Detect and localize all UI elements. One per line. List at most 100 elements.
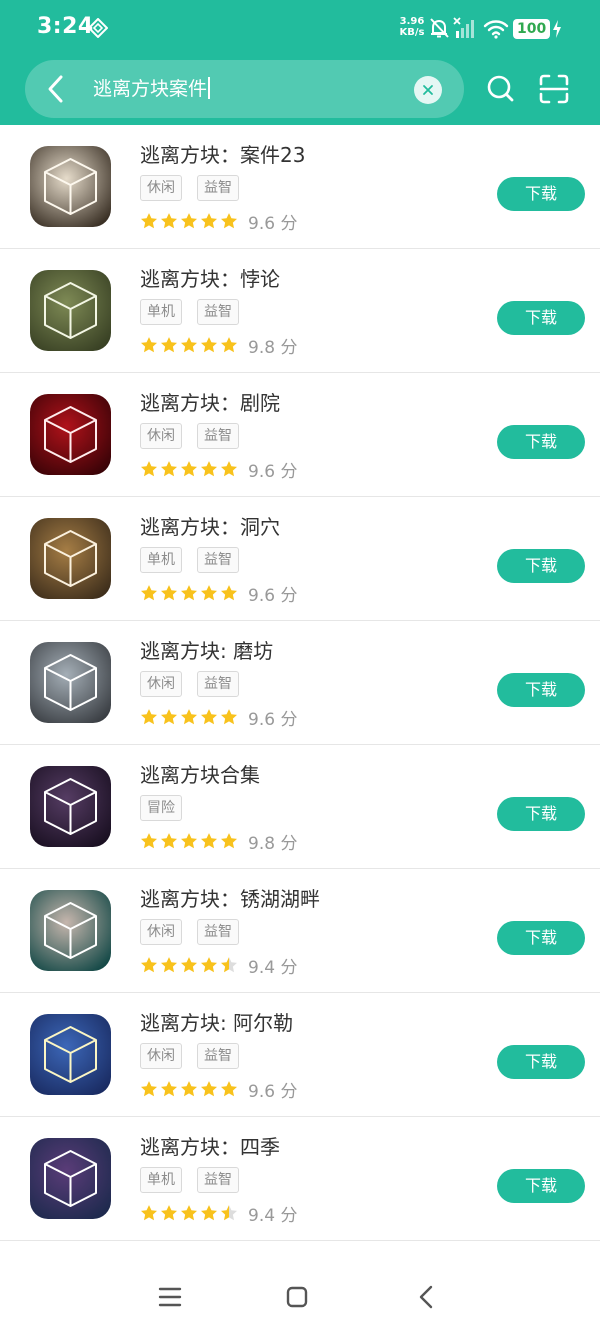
app-icon[interactable] — [30, 890, 111, 971]
home-icon[interactable] — [286, 1286, 308, 1308]
app-icon[interactable] — [30, 270, 111, 351]
star-icon — [180, 708, 198, 724]
app-list-item[interactable]: 逃离方块：四季 单机 益智 9.4 分 下载 — [0, 1117, 600, 1241]
app-tags: 冒险 — [140, 795, 197, 821]
download-button[interactable]: 下载 — [497, 1169, 585, 1203]
category-tag: 休闲 — [140, 919, 182, 945]
bell-muted-icon — [430, 18, 449, 38]
app-name[interactable]: 逃离方块：案件23 — [140, 142, 305, 168]
rating-stars — [140, 460, 240, 480]
star-icon — [200, 1204, 218, 1220]
app-rating: 9.4 分 — [140, 953, 297, 978]
app-name[interactable]: 逃离方块: 磨坊 — [140, 638, 273, 664]
category-tag: 益智 — [197, 175, 239, 201]
star-icon — [200, 1080, 218, 1096]
star-icon — [160, 832, 178, 848]
app-icon[interactable] — [30, 394, 111, 475]
app-icon[interactable] — [30, 766, 111, 847]
app-name[interactable]: 逃离方块: 阿尔勒 — [140, 1010, 293, 1036]
app-search-results-screen: 3:24 3.96 KB/s 100 逃离方块案件 逃离方块：案件23 休闲 益… — [0, 0, 600, 1333]
download-button[interactable]: 下载 — [497, 797, 585, 831]
app-list-item[interactable]: 逃离方块合集 冒险 9.8 分 下载 — [0, 745, 600, 869]
download-button[interactable]: 下载 — [497, 673, 585, 707]
cube-icon — [30, 766, 111, 847]
network-speed-value: 3.96 — [399, 16, 425, 27]
star-icon — [180, 1204, 198, 1220]
cube-icon — [30, 890, 111, 971]
app-list-item[interactable]: 逃离方块：剧院 休闲 益智 9.6 分 下载 — [0, 373, 600, 497]
download-button[interactable]: 下载 — [497, 1045, 585, 1079]
star-icon — [200, 336, 218, 352]
network-speed: 3.96 KB/s — [398, 16, 426, 38]
rating-stars — [140, 212, 240, 232]
app-icon[interactable] — [30, 146, 111, 227]
text-caret — [208, 77, 210, 99]
search-input[interactable]: 逃离方块案件 — [93, 74, 393, 104]
app-list-item[interactable]: 逃离方块: 阿尔勒 休闲 益智 9.6 分 下载 — [0, 993, 600, 1117]
nav-back-icon[interactable] — [416, 1284, 436, 1310]
clear-search-button[interactable] — [414, 76, 442, 104]
download-button[interactable]: 下载 — [497, 301, 585, 335]
star-icon — [140, 832, 158, 848]
battery-level: 100 — [513, 19, 551, 39]
category-tag: 单机 — [140, 547, 182, 573]
app-list-item[interactable]: 逃离方块：悖论 单机 益智 9.8 分 下载 — [0, 249, 600, 373]
app-list-item[interactable]: 逃离方块：锈湖湖畔 休闲 益智 9.4 分 下载 — [0, 869, 600, 993]
app-tags: 单机 益智 — [140, 299, 254, 325]
cube-icon — [30, 642, 111, 723]
star-half-icon — [220, 1204, 238, 1220]
cube-icon — [30, 1138, 111, 1219]
star-icon — [220, 832, 238, 848]
category-tag: 休闲 — [140, 423, 182, 449]
category-tag: 益智 — [197, 1043, 239, 1069]
app-icon[interactable] — [30, 1014, 111, 1095]
star-icon — [220, 708, 238, 724]
app-rating: 9.6 分 — [140, 581, 297, 606]
app-icon[interactable] — [30, 642, 111, 723]
category-tag: 益智 — [197, 547, 239, 573]
wifi-icon — [483, 20, 509, 39]
app-icon[interactable] — [30, 518, 111, 599]
rating-score: 9.8 分 — [248, 834, 298, 854]
star-icon — [140, 708, 158, 724]
app-icon[interactable] — [30, 1138, 111, 1219]
app-name[interactable]: 逃离方块：悖论 — [140, 266, 280, 292]
download-button[interactable]: 下载 — [497, 177, 585, 211]
star-icon — [160, 956, 178, 972]
rating-stars — [140, 832, 240, 852]
back-arrow-icon[interactable] — [43, 74, 69, 104]
category-tag: 单机 — [140, 1167, 182, 1193]
star-icon — [200, 460, 218, 476]
category-tag: 休闲 — [140, 1043, 182, 1069]
app-list-item[interactable]: 逃离方块：案件23 休闲 益智 9.6 分 下载 — [0, 125, 600, 249]
star-icon — [200, 708, 218, 724]
star-icon — [180, 460, 198, 476]
star-icon — [160, 212, 178, 228]
app-rating: 9.6 分 — [140, 457, 297, 482]
app-name[interactable]: 逃离方块：四季 — [140, 1134, 280, 1160]
rating-score: 9.6 分 — [248, 214, 298, 234]
app-list-item[interactable]: 逃离方块: 磨坊 休闲 益智 9.6 分 下载 — [0, 621, 600, 745]
app-name[interactable]: 逃离方块：锈湖湖畔 — [140, 886, 320, 912]
app-tags: 休闲 益智 — [140, 919, 254, 945]
search-icon[interactable] — [486, 74, 514, 104]
app-rating: 9.4 分 — [140, 1201, 297, 1226]
rating-stars — [140, 956, 240, 976]
status-bar: 3:24 3.96 KB/s 100 — [0, 0, 600, 58]
network-speed-unit: KB/s — [399, 27, 425, 38]
download-button[interactable]: 下载 — [497, 425, 585, 459]
download-button[interactable]: 下载 — [497, 921, 585, 955]
app-name[interactable]: 逃离方块：洞穴 — [140, 514, 280, 540]
star-icon — [140, 1080, 158, 1096]
app-list-item[interactable]: 逃离方块：洞穴 单机 益智 9.6 分 下载 — [0, 497, 600, 621]
rating-score: 9.8 分 — [248, 338, 298, 358]
scan-icon[interactable] — [539, 74, 569, 104]
category-tag: 休闲 — [140, 671, 182, 697]
app-name[interactable]: 逃离方块：剧院 — [140, 390, 280, 416]
app-name[interactable]: 逃离方块合集 — [140, 762, 260, 788]
download-button[interactable]: 下载 — [497, 549, 585, 583]
rating-stars — [140, 1204, 240, 1224]
charging-icon — [553, 20, 561, 38]
recent-apps-icon[interactable] — [158, 1286, 182, 1308]
header: 3:24 3.96 KB/s 100 逃离方块案件 — [0, 0, 600, 125]
